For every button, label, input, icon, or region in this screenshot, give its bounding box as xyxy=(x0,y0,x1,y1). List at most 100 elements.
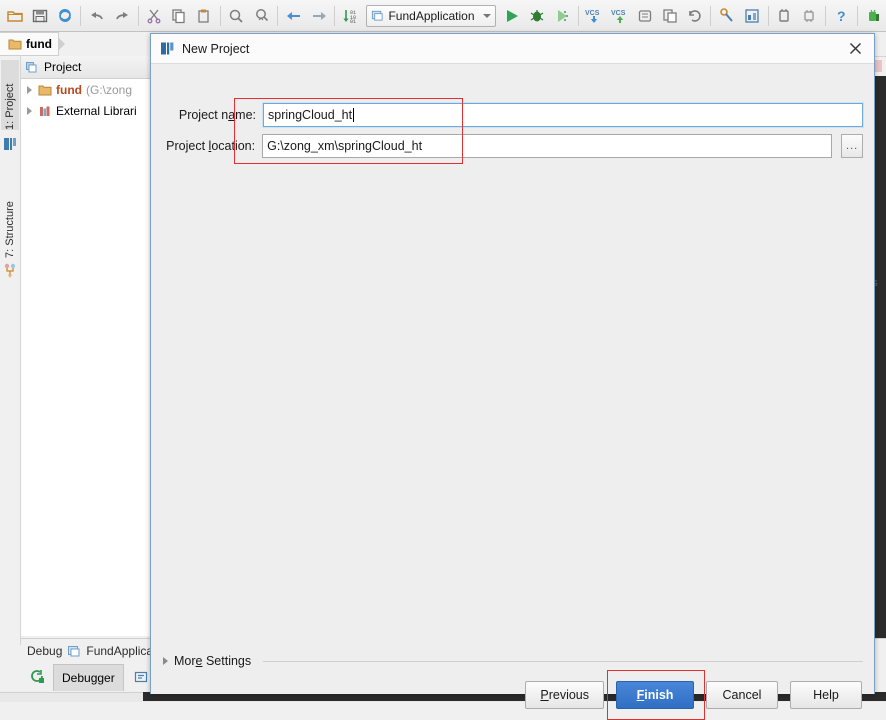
svg-text:?: ? xyxy=(837,8,846,24)
debug-config-label: FundApplica xyxy=(86,644,154,658)
toolbar-separator xyxy=(824,5,826,26)
label-text-post: me: xyxy=(235,108,256,122)
project-structure-icon[interactable] xyxy=(740,3,765,29)
label-text-pre: Project n xyxy=(178,108,229,122)
compile-icon[interactable]: 01 10 01 xyxy=(338,3,363,29)
label-text-post: Settings xyxy=(202,654,252,668)
run-configuration-selector[interactable]: FundApplication xyxy=(366,4,497,27)
tree-node-label: fund xyxy=(56,82,82,97)
more-settings-section[interactable]: More Settings xyxy=(163,654,863,668)
dialog-button-row: Previous Finish Cancel Help xyxy=(525,670,862,720)
breadcrumb-label: fund xyxy=(26,37,52,51)
project-tool-window: Project fund (G:\zong External Librari xyxy=(21,56,167,636)
console-icon xyxy=(134,671,147,683)
debug-label: Debug xyxy=(27,644,63,658)
run-configuration-label: FundApplication xyxy=(388,8,475,23)
settings-wrench-icon[interactable] xyxy=(714,3,739,29)
project-icon xyxy=(26,62,37,73)
project-location-input[interactable]: G:\zong_xm\springCloud_ht xyxy=(262,134,833,158)
project-location-row: Project location: G:\zong_xm\springCloud… xyxy=(151,134,864,158)
vcs-history-icon[interactable] xyxy=(632,3,657,29)
sidebar-item-project[interactable]: 1: Project xyxy=(1,60,19,130)
expand-triangle-icon[interactable] xyxy=(27,85,32,94)
dialog-title: New Project xyxy=(182,41,250,56)
main-toolbar: 01 10 01 FundApplication VCS VCS ? xyxy=(0,0,886,32)
project-location-label: Project location: xyxy=(151,139,262,153)
sdk-manager-icon[interactable] xyxy=(797,3,822,29)
project-name-value: springCloud_ht xyxy=(268,108,353,122)
expand-triangle-icon[interactable] xyxy=(27,106,32,115)
run-config-icon xyxy=(68,646,80,657)
run-coverage-icon[interactable] xyxy=(550,3,575,29)
project-name-input[interactable]: springCloud_ht xyxy=(262,102,864,128)
vcs-update-icon[interactable]: VCS xyxy=(582,3,607,29)
toolbar-separator xyxy=(334,5,336,26)
forward-icon[interactable] xyxy=(306,3,331,29)
rerun-icon[interactable] xyxy=(25,669,51,685)
toolbar-separator xyxy=(856,5,858,26)
sidebar-item-label: 1: Project xyxy=(4,83,16,130)
intellij-logo-icon xyxy=(161,42,174,55)
label-text-pre: Project xyxy=(166,139,209,153)
redo-icon[interactable] xyxy=(109,3,134,29)
label-text-pre: Help xyxy=(813,688,839,702)
undo-icon[interactable] xyxy=(84,3,109,29)
replace-icon[interactable] xyxy=(249,3,274,29)
help-icon[interactable]: ? xyxy=(829,3,854,29)
dialog-body: Project name: springCloud_ht Project loc… xyxy=(151,64,874,720)
tree-node-fund[interactable]: fund (G:\zong xyxy=(21,79,166,100)
toolbar-separator xyxy=(767,5,769,26)
run-config-icon xyxy=(372,10,384,21)
close-icon[interactable] xyxy=(842,38,868,60)
debug-icon[interactable] xyxy=(525,3,550,29)
android-device-icon[interactable] xyxy=(861,3,886,29)
project-location-value: G:\zong_xm\springCloud_ht xyxy=(267,139,423,153)
vcs-rollback-icon[interactable] xyxy=(682,3,707,29)
label-text-pre: Cancel xyxy=(722,688,762,702)
sync-refresh-icon[interactable] xyxy=(52,3,77,29)
back-icon[interactable] xyxy=(281,3,306,29)
previous-button[interactable]: Previous xyxy=(525,681,604,709)
breadcrumb-separator xyxy=(58,37,65,51)
project-window-icon xyxy=(2,136,18,152)
label-text-post: revious xyxy=(548,688,589,702)
tree-node-label: External Librari xyxy=(56,103,137,118)
label-text-post: inish xyxy=(644,688,674,702)
finish-button[interactable]: Finish xyxy=(616,681,694,709)
browse-button-label: ... xyxy=(846,140,859,152)
tree-node-external-libraries[interactable]: External Librari xyxy=(21,100,166,121)
expand-triangle-icon[interactable] xyxy=(163,657,168,665)
structure-window-icon xyxy=(2,262,18,278)
vcs-diff-icon[interactable] xyxy=(657,3,682,29)
avd-manager-icon[interactable] xyxy=(772,3,797,29)
more-settings-label: More Settings xyxy=(174,654,251,668)
dialog-title-bar: New Project xyxy=(151,34,874,64)
project-panel-header[interactable]: Project xyxy=(21,56,166,79)
run-icon[interactable] xyxy=(499,3,524,29)
help-button[interactable]: Help xyxy=(790,681,862,709)
paste-icon[interactable] xyxy=(192,3,217,29)
label-mnemonic: P xyxy=(540,688,549,702)
toolbar-separator xyxy=(219,5,221,26)
find-icon[interactable] xyxy=(224,3,249,29)
toolbar-separator xyxy=(577,5,579,26)
folder-icon xyxy=(38,85,52,95)
cancel-button[interactable]: Cancel xyxy=(706,681,778,709)
tab-debugger[interactable]: Debugger xyxy=(53,663,124,691)
chevron-down-icon[interactable] xyxy=(483,13,492,18)
copy-icon[interactable] xyxy=(167,3,192,29)
svg-text:VCS: VCS xyxy=(611,10,626,17)
cut-icon[interactable] xyxy=(142,3,167,29)
toolbar-separator xyxy=(710,5,712,26)
vcs-commit-icon[interactable]: VCS xyxy=(607,3,632,29)
save-all-icon[interactable] xyxy=(27,3,52,29)
project-name-row: Project name: springCloud_ht xyxy=(151,102,864,128)
browse-location-button[interactable]: ... xyxy=(841,134,864,158)
open-folder-icon[interactable] xyxy=(2,3,27,29)
new-project-dialog: New Project Project name: springCloud_ht… xyxy=(150,33,875,720)
breadcrumb-item-project[interactable]: fund xyxy=(0,32,59,56)
toolbar-separator xyxy=(277,5,279,26)
sidebar-item-structure[interactable]: 7: Structure xyxy=(1,174,19,258)
project-name-label: Project name: xyxy=(151,108,263,122)
label-text-post: ocation: xyxy=(211,139,256,153)
